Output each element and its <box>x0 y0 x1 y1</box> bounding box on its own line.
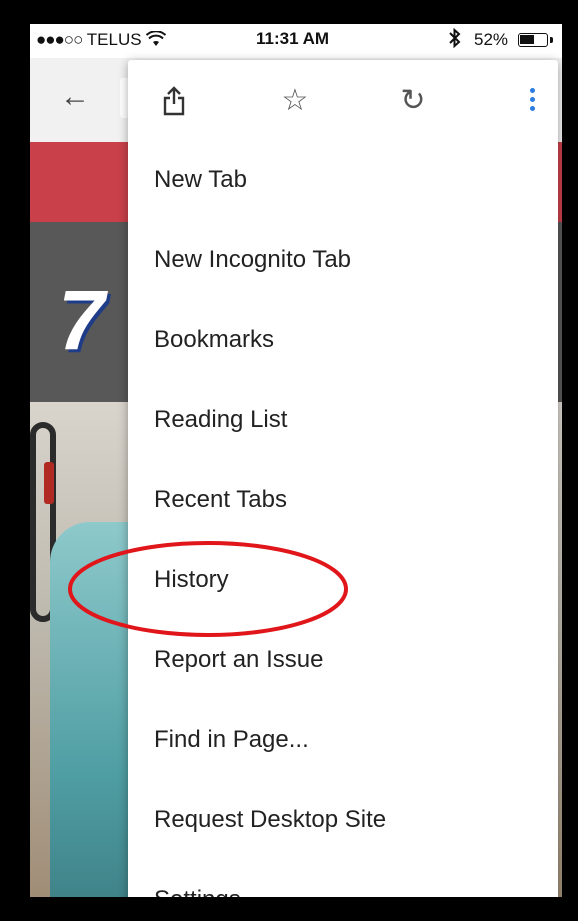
site-logo: 7 <box>58 273 105 367</box>
omnibox[interactable] <box>120 78 128 118</box>
carrier: ●●●○○ TELUS <box>36 30 167 50</box>
menu-item-new-tab[interactable]: New Tab <box>128 140 558 220</box>
menu-item-find-in-page[interactable]: Find in Page... <box>128 700 558 780</box>
menu-item-reading-list[interactable]: Reading List <box>128 380 558 460</box>
star-icon[interactable]: ☆ <box>275 86 315 118</box>
phone-screen: ●●●○○ TELUS 11:31 AM 52% ← 7 ☆ ↻ New Tab… <box>30 24 562 897</box>
battery-tip <box>550 37 553 43</box>
wifi-icon <box>146 30 167 46</box>
menu-item-bookmarks[interactable]: Bookmarks <box>128 300 558 380</box>
menu-item-report-issue[interactable]: Report an Issue <box>128 620 558 700</box>
signal-dots-icon: ●●●○○ <box>36 30 83 49</box>
more-vertical-icon[interactable] <box>512 86 552 118</box>
carrier-name: TELUS <box>86 30 142 49</box>
menu-item-recent-tabs[interactable]: Recent Tabs <box>128 460 558 540</box>
back-arrow-icon[interactable]: ← <box>60 82 90 112</box>
share-icon[interactable] <box>154 86 194 118</box>
battery-percent: 52% <box>474 30 509 49</box>
photo-handle <box>44 462 54 504</box>
menu-icon-row: ☆ ↻ <box>128 60 558 140</box>
reload-icon[interactable]: ↻ <box>393 86 433 118</box>
menu-item-history[interactable]: History <box>128 540 558 620</box>
clock: 11:31 AM <box>256 29 330 48</box>
status-bar: ●●●○○ TELUS 11:31 AM 52% <box>30 24 562 58</box>
battery-fill <box>520 35 534 44</box>
overflow-menu: ☆ ↻ New Tab New Incognito Tab Bookmarks … <box>128 60 558 897</box>
battery-icon <box>518 33 548 47</box>
bluetooth-icon <box>448 27 462 53</box>
menu-item-settings[interactable]: Settings <box>128 860 558 897</box>
menu-item-new-incognito-tab[interactable]: New Incognito Tab <box>128 220 558 300</box>
menu-item-request-desktop-site[interactable]: Request Desktop Site <box>128 780 558 860</box>
